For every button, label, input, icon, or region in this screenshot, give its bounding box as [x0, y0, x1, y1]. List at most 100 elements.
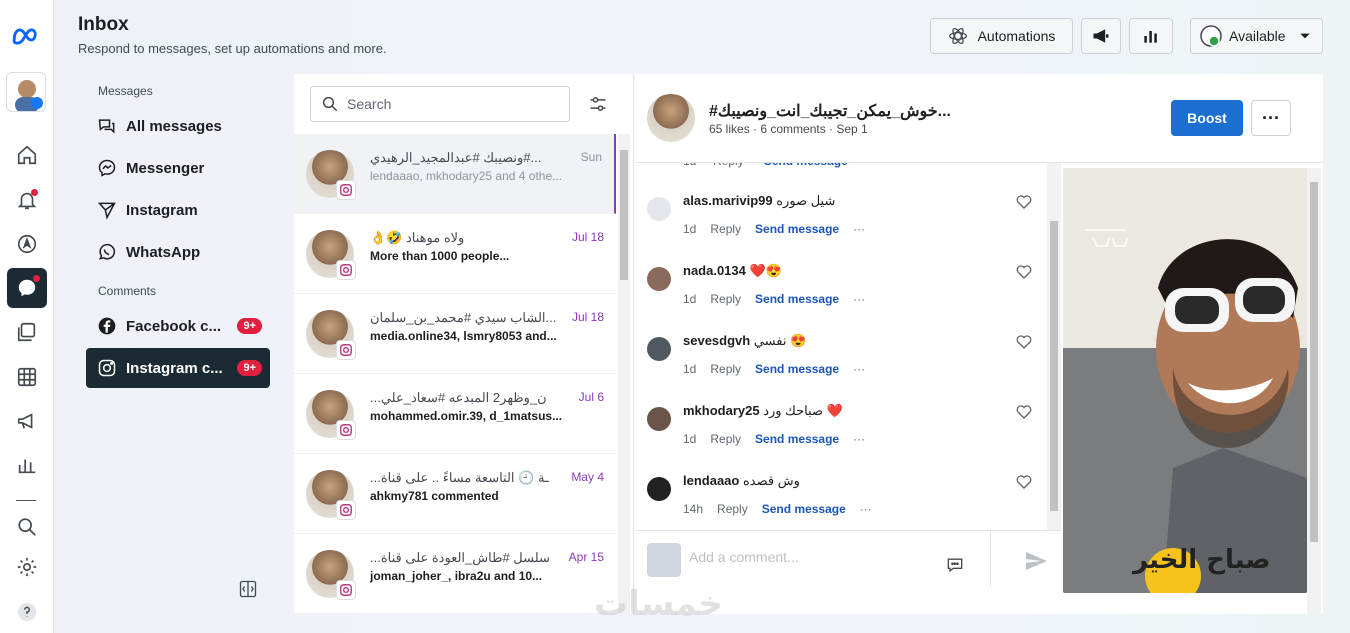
nav-label: Messenger	[126, 159, 205, 177]
comment-username[interactable]: sevesdgvh	[683, 333, 750, 348]
notifications-bell-icon[interactable]	[5, 180, 49, 220]
comment-text: نفسي 😍	[753, 333, 807, 348]
post-photo: صباح الخير	[1063, 168, 1307, 593]
nav-facebook-comments[interactable]: Facebook c... 9+	[86, 306, 270, 346]
heart-icon[interactable]	[1015, 333, 1033, 351]
conversation-list-panel: ونصيبك #عبدالمجيد_الرهيدي#... lendaaao, …	[294, 74, 634, 614]
comments-section-label: Comments	[98, 284, 157, 298]
instagram-badge-icon	[336, 420, 356, 440]
instagram-direct-icon	[96, 199, 118, 221]
home-icon[interactable]	[5, 135, 49, 175]
messenger-icon	[96, 157, 118, 179]
comment-input[interactable]	[689, 549, 929, 565]
nav-label: All messages	[126, 117, 222, 135]
instagram-badge-icon	[336, 260, 356, 280]
post-media-image: صباح الخير	[1063, 168, 1307, 593]
instagram-badge-icon	[336, 180, 356, 200]
comment-username[interactable]: mkhodary25	[683, 403, 760, 418]
conversation-item[interactable]: 👌🤣 ولاه موهناد More than 1000 people... …	[294, 214, 616, 294]
avatar	[647, 477, 671, 501]
conversation-item[interactable]: ونصيبك #عبدالمجيد_الرهيدي#... lendaaao, …	[294, 134, 616, 214]
conversation-date: Jul 18	[571, 230, 604, 244]
conversation-title: 👌🤣 ولاه موهناد	[370, 230, 465, 245]
comment-more-button[interactable]: ···	[860, 502, 872, 516]
conversation-preview: mohammed.omir.39, d_1matsus...	[370, 409, 563, 423]
heart-icon[interactable]	[1015, 403, 1033, 421]
automations-label: Automations	[977, 28, 1056, 44]
status-label: Available	[1229, 28, 1286, 44]
nav-instagram-comments[interactable]: Instagram c... 9+	[86, 348, 270, 388]
search-box[interactable]	[310, 86, 570, 122]
nav-label: Instagram	[126, 201, 198, 219]
conversation-item[interactable]: ...سلسل #طاش_العودة على قناة joman_joher…	[294, 534, 616, 614]
avatar	[647, 337, 671, 361]
inbox-chat-icon[interactable]	[7, 268, 47, 308]
insights-bars-icon[interactable]	[5, 445, 49, 485]
nav-whatsapp[interactable]: WhatsApp	[86, 232, 270, 272]
conversation-item[interactable]: ...ـة 🕘 التاسعة مساءً .. على قناة ahkmy7…	[294, 454, 616, 534]
meta-logo-icon[interactable]	[10, 24, 44, 46]
compass-icon[interactable]	[5, 224, 49, 264]
heart-icon[interactable]	[1015, 263, 1033, 281]
account-avatar[interactable]	[6, 72, 46, 112]
post-header: #خوش_يمكن_تجيبك_انت_ونصيبك... 65 likes ·…	[635, 74, 1323, 163]
bar-chart-icon	[1144, 31, 1157, 43]
nav-instagram[interactable]: Instagram	[86, 190, 270, 230]
automations-button[interactable]: Automations	[930, 18, 1073, 54]
comment-text: صباحك ورد ❤️	[763, 403, 843, 418]
heart-icon[interactable]	[1015, 473, 1033, 491]
search-input[interactable]	[347, 96, 567, 112]
composer-divider	[990, 531, 991, 587]
help-icon[interactable]	[5, 592, 49, 632]
comment-item: lendaaao وش قصده 14h Reply Send message ···	[635, 443, 1047, 516]
instagram-badge-icon	[336, 500, 356, 520]
comment-username[interactable]: lendaaao	[683, 473, 739, 488]
post-title: #خوش_يمكن_تجيبك_انت_ونصيبك...	[709, 103, 951, 120]
emoji-icon[interactable]	[945, 555, 965, 575]
avatar	[647, 543, 681, 577]
announcements-button[interactable]	[1081, 18, 1121, 54]
more-options-button[interactable]: ···	[1251, 100, 1291, 136]
search-icon[interactable]	[5, 507, 49, 547]
comment-text: شيل صوره	[776, 193, 836, 208]
comments-scrollbar[interactable]	[1047, 163, 1061, 530]
comment-username[interactable]: alas.marivip99	[683, 193, 773, 208]
nav-all-messages[interactable]: All messages	[86, 106, 270, 146]
megaphone-icon[interactable]	[5, 401, 49, 441]
collapse-sidebar-icon[interactable]	[238, 579, 258, 599]
conversation-preview: media.online34, lsmry8053 and...	[370, 329, 557, 343]
comment-item: nada.0134 ❤️😍 1d Reply Send message ···	[635, 233, 1047, 306]
inbox-dot	[33, 275, 40, 282]
heart-icon[interactable]	[1015, 193, 1033, 211]
instagram-badge-icon	[336, 580, 356, 600]
megaphone-icon	[1093, 29, 1109, 43]
filter-sliders-icon[interactable]	[588, 94, 608, 114]
inbox-navigation: Messages All messages Messenger Instagra…	[86, 80, 270, 390]
post-avatar	[647, 94, 695, 142]
nav-label: Instagram c...	[126, 359, 223, 377]
pages-stack-icon[interactable]	[5, 312, 49, 352]
media-scrollbar[interactable]	[1307, 168, 1321, 614]
send-icon[interactable]	[1024, 549, 1048, 573]
send-message-link[interactable]: Send message	[762, 502, 846, 516]
insights-button[interactable]	[1129, 18, 1173, 54]
conversation-preview: ahkmy781 commented	[370, 489, 499, 503]
conversation-preview: lendaaao, mkhodary25 and 4 othe...	[370, 169, 563, 183]
avatar	[647, 407, 671, 431]
conversation-title: ونصيبك #عبدالمجيد_الرهيدي#...	[370, 150, 542, 165]
conversation-item[interactable]: الشاب سيدي #محمد_بن_سلمان... media.onlin…	[294, 294, 616, 374]
comment-username[interactable]: nada.0134	[683, 263, 746, 278]
unread-count-badge: 9+	[237, 318, 262, 334]
settings-gear-icon[interactable]	[5, 547, 49, 587]
boost-button[interactable]: Boost	[1171, 100, 1243, 136]
nav-label: WhatsApp	[126, 243, 201, 261]
conversation-item[interactable]: ...ن_وظهر2 المبدعه #سعاد_علي mohammed.om…	[294, 374, 616, 454]
notification-dot	[31, 189, 38, 196]
nav-messenger[interactable]: Messenger	[86, 148, 270, 188]
availability-dropdown[interactable]: Available	[1190, 18, 1323, 54]
comment-item: mkhodary25 صباحك ورد ❤️ 1d Reply Send mess…	[635, 373, 1047, 446]
table-grid-icon[interactable]	[5, 357, 49, 397]
conversation-title: الشاب سيدي #محمد_بن_سلمان...	[370, 310, 557, 325]
reply-link[interactable]: Reply	[717, 502, 748, 516]
conversation-list-scrollbar[interactable]	[618, 134, 630, 614]
